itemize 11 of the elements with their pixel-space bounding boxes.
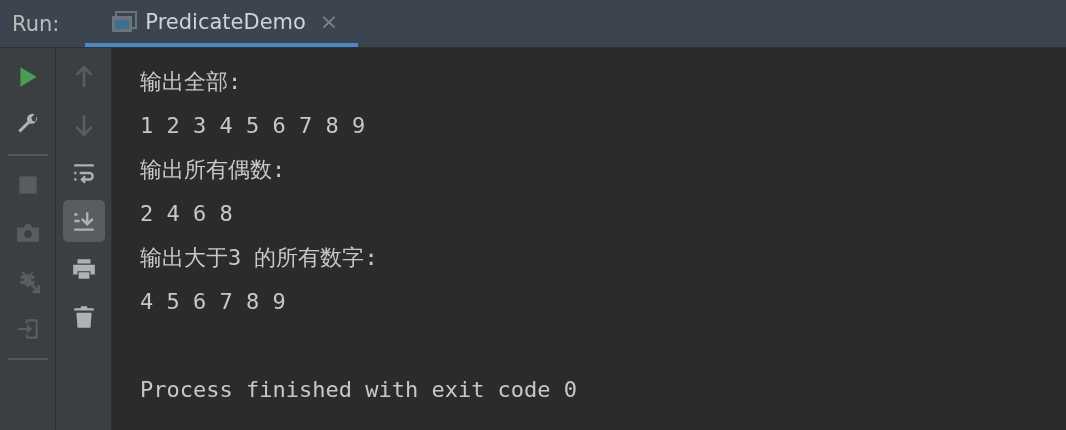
console-line: 2 4 6 8 [140,200,234,228]
console-line: 1 2 3 4 5 6 7 8 9 [140,112,367,140]
print-icon [70,256,97,282]
window-icon [111,10,138,33]
console-line: 4 5 6 7 8 9 [140,288,287,316]
console-line: 输出全部: [140,68,243,96]
toolbar-button[interactable] [62,200,105,242]
exit-message: Process finished with exit code 0 [140,376,579,404]
run-label: Run: [11,10,61,38]
console-line: 输出所有偶数: [140,156,287,184]
console-line: 输出大于3 的所有数字: [140,244,379,272]
